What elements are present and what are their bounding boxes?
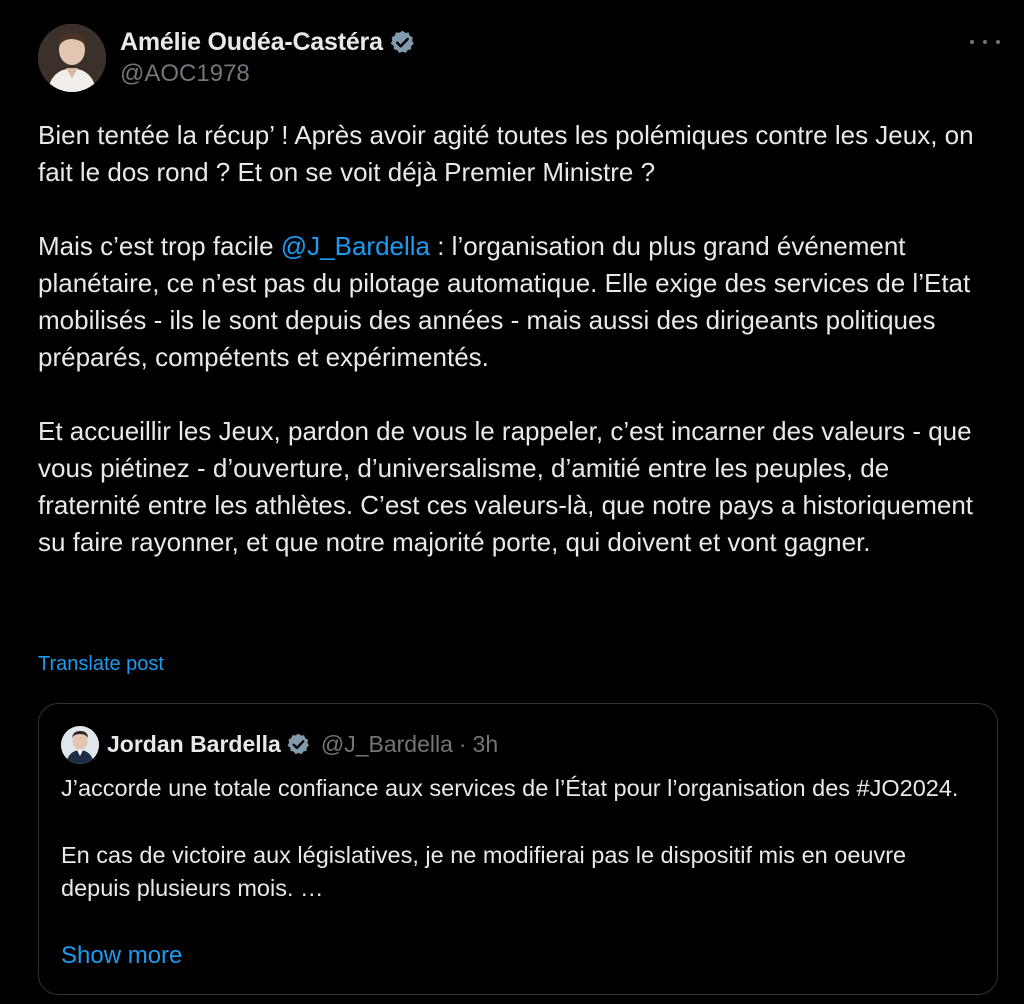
tweet: Amélie Oudéa-Castéra @AOC1978 Bien tenté… xyxy=(0,0,1024,1004)
author-handle[interactable]: @AOC1978 xyxy=(120,60,250,88)
quoted-handle[interactable]: @J_Bardella xyxy=(321,731,453,758)
translate-post-link[interactable]: Translate post xyxy=(38,653,164,676)
author-avatar[interactable] xyxy=(38,24,106,92)
mention-link[interactable]: @J_Bardella xyxy=(281,231,430,261)
more-dot xyxy=(983,40,987,44)
quoted-timestamp[interactable]: 3h xyxy=(473,731,499,758)
quoted-author-avatar[interactable] xyxy=(61,726,99,764)
tweet-paragraph-1: Bien tentée la récup’ ! Après avoir agit… xyxy=(38,120,974,187)
verified-badge-icon[interactable] xyxy=(286,732,311,757)
separator-dot: · xyxy=(458,730,467,757)
quoted-author-row: Jordan Bardella @J_Bardella · 3h xyxy=(107,728,498,760)
tweet-text: Bien tentée la récup’ ! Après avoir agit… xyxy=(38,117,998,561)
quoted-paragraph-1: J’accorde une totale confiance aux servi… xyxy=(61,775,959,801)
quoted-text: J’accorde une totale confiance aux servi… xyxy=(61,772,961,906)
more-options-icon[interactable] xyxy=(970,30,1000,54)
more-dot xyxy=(970,40,974,44)
quoted-tweet[interactable]: Jordan Bardella @J_Bardella · 3h J’accor… xyxy=(38,703,998,995)
verified-badge-icon[interactable] xyxy=(389,29,416,56)
quoted-paragraph-2: En cas de victoire aux législatives, je … xyxy=(61,841,907,902)
tweet-paragraph-3: Et accueillir les Jeux, pardon de vous l… xyxy=(38,416,974,557)
tweet-paragraph-2: Mais c’est trop facile @J_Bardella : l’o… xyxy=(38,228,998,376)
more-dot xyxy=(996,40,1000,44)
quoted-display-name[interactable]: Jordan Bardella xyxy=(107,731,281,758)
author-display-name[interactable]: Amélie Oudéa-Castéra xyxy=(120,28,383,57)
show-more-link[interactable]: Show more xyxy=(61,942,182,970)
tweet-paragraph-2-start: Mais c’est trop facile xyxy=(38,231,281,261)
author-name-row: Amélie Oudéa-Castéra xyxy=(120,26,416,58)
